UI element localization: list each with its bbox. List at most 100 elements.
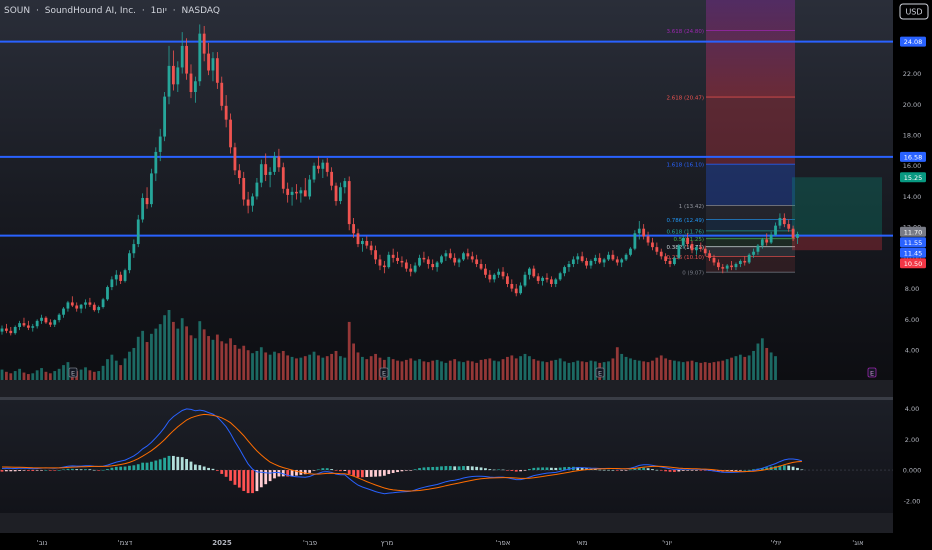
earnings-marker[interactable]: E [68,367,78,378]
price-tick-label: 20.00 [903,101,922,109]
macd-histogram-bar [26,470,30,471]
currency-button[interactable]: USD [899,3,929,20]
fib-level-label: 3.618 (24.80) [666,29,704,35]
volume-bar [624,356,628,380]
volume-bar [391,359,395,380]
macd-histogram-bar [629,469,632,471]
candle-body [422,257,426,260]
volume-bar [497,361,501,380]
time-tick-label: 2025 [212,539,232,547]
volume-bar [506,356,509,380]
candle-body [580,256,584,261]
candle-body [589,260,593,266]
macd-histogram-bar [79,469,83,471]
volume-bar [229,338,232,380]
volume-bar [330,353,334,380]
volume-bar [360,356,364,380]
macd-tick-label: 2.00 [905,436,919,444]
volume-bar [303,356,307,380]
candle-body [725,265,729,269]
candle-body [677,245,681,258]
candle-body [106,287,109,300]
macd-histogram-bar [356,470,360,478]
macd-histogram-bar [514,470,518,472]
macd-histogram-bar [651,469,654,471]
candle-body [598,257,602,263]
earnings-marker[interactable]: E [867,367,877,378]
macd-histogram-bar [207,467,210,471]
volume-bar [470,361,474,380]
volume-bar [637,360,641,380]
volume-bar [743,356,747,380]
volume-bar [347,321,351,380]
candle-body [470,256,474,260]
volume-bar [277,353,281,380]
candle-body [374,250,377,260]
candle-body [624,254,628,260]
volume-bar [365,359,369,380]
price-tick-label: 22.00 [903,70,922,78]
time-tick-label: 'דצמ [118,539,133,547]
earnings-marker[interactable]: E [379,367,389,378]
volume-bar [136,336,140,380]
candle-body [519,285,523,294]
macd-histogram-bar [211,468,215,471]
macd-histogram-bar [325,468,329,471]
candle-body [514,288,518,294]
candle-body [743,260,747,263]
macd-histogram-bar [70,468,74,471]
candle-body [571,259,575,265]
candle-body [695,247,698,251]
candle-body [242,178,246,200]
pane-separator[interactable] [0,397,932,400]
candle-body [92,304,96,311]
macd-histogram-bar [668,470,672,472]
candle-body [563,267,566,274]
position-loss-zone[interactable] [792,235,882,251]
volume-bar [756,343,760,380]
volume-bar [321,357,325,380]
macd-histogram-bar [413,469,417,471]
time-axis[interactable] [0,533,932,550]
earnings-marker-label: E [870,370,874,378]
volume-bar [479,359,483,380]
candle-body [409,268,413,272]
volume-bar [352,343,355,380]
macd-histogram-bar [624,470,628,471]
macd-histogram-bar [242,470,246,491]
volume-bar [580,361,584,380]
macd-histogram-bar [677,470,681,472]
macd-histogram-bar [646,468,650,471]
volume-bar [48,373,52,380]
volume-bar [343,357,347,380]
macd-histogram-bar [66,468,70,471]
candle-body [233,147,237,171]
volume-bar [193,338,197,380]
volume-bar [488,358,492,380]
earnings-marker[interactable]: E [595,367,605,378]
macd-histogram-bar [541,467,544,471]
macd-histogram-bar [607,469,610,471]
volume-bar [295,358,298,380]
volume-bar [172,321,175,380]
macd-histogram-bar [202,466,206,471]
volume-bar [154,328,158,380]
macd-histogram-bar [321,468,325,471]
volume-bar [484,359,487,380]
macd-histogram-bar [448,466,452,471]
candle-body [651,242,654,248]
position-tool[interactable] [792,177,882,251]
candle-body [317,165,320,169]
macd-histogram-bar [268,470,272,482]
macd-histogram-bar [193,464,197,471]
fib-band [706,238,795,247]
volume-bar [150,333,153,380]
price-badge: 10.50 [900,258,926,269]
macd-histogram-bar [35,470,39,471]
trading-chart[interactable]: 1 (13.42)0.786 (12.49)0.618 (11.76)0.5 (… [0,0,932,550]
macd-histogram-bar [185,458,188,471]
volume-bar [97,371,101,380]
volume-bar [224,343,228,380]
volume-bar [167,310,171,380]
position-profit-zone[interactable] [792,177,882,236]
